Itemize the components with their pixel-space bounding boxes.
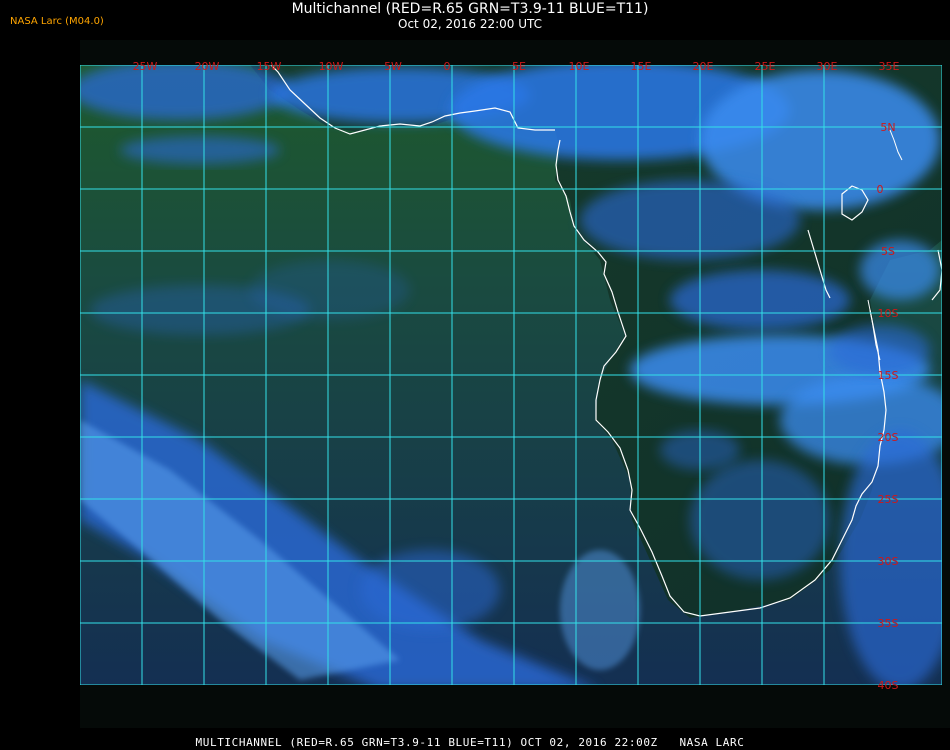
lon-label: 5E [512, 60, 526, 73]
lon-label: 20E [693, 60, 714, 73]
lat-label: 5S [881, 245, 895, 258]
footer-caption: MULTICHANNEL (RED=R.65 GRN=T3.9-11 BLUE=… [195, 736, 745, 749]
lon-label: 35E [879, 60, 900, 73]
lat-label: 0 [877, 183, 884, 196]
lon-label: 15W [257, 60, 282, 73]
lat-label: 15S [878, 369, 899, 382]
lon-label: 10E [569, 60, 590, 73]
lon-label: 25W [133, 60, 158, 73]
lat-label: 10S [878, 307, 899, 320]
lon-label: 25E [755, 60, 776, 73]
lon-label: 10W [319, 60, 344, 73]
lon-label: 15E [631, 60, 652, 73]
lat-label: 35S [878, 617, 899, 630]
lon-label: 20W [195, 60, 220, 73]
lat-label: 30S [878, 555, 899, 568]
lon-label: 30E [817, 60, 838, 73]
lat-label: 40S [878, 679, 899, 692]
satellite-map: 25W 20W 15W 10W 5W 0 5E 10E 15E 20E 25E … [80, 40, 950, 728]
lat-label: 5N [880, 121, 895, 134]
lat-label: 25S [878, 493, 899, 506]
lon-label: 0 [444, 60, 451, 73]
lat-label: 20S [878, 431, 899, 444]
lon-label: 5W [384, 60, 402, 73]
